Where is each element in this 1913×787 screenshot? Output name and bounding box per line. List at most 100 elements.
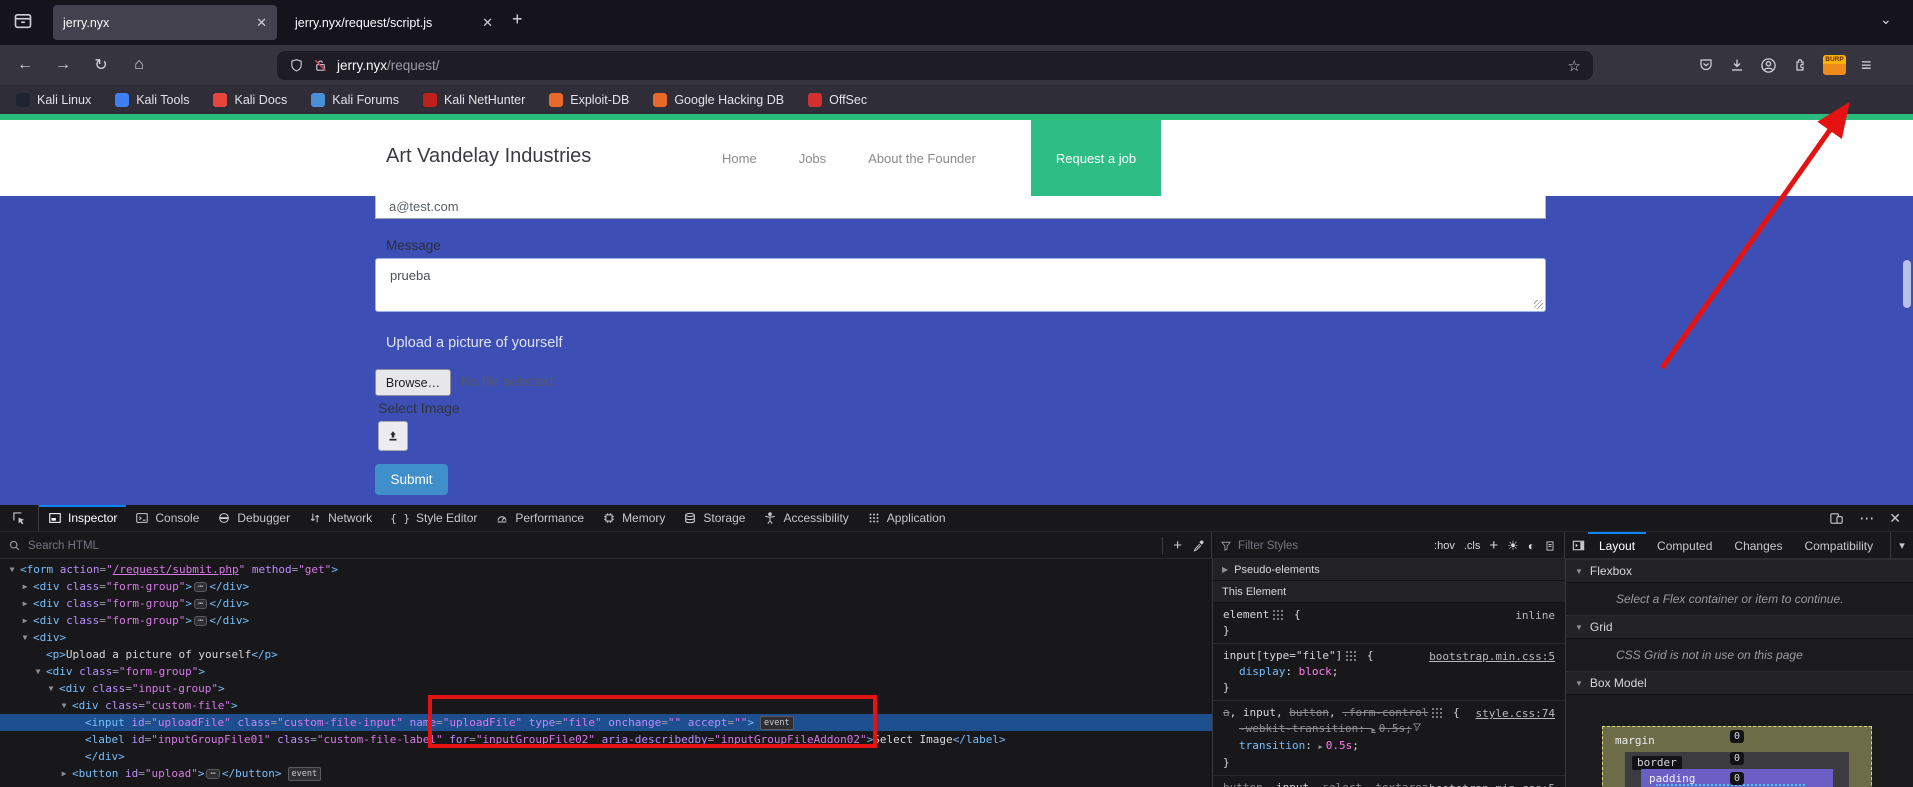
nav-link-home[interactable]: Home	[722, 151, 757, 166]
bookmark-item[interactable]: Kali Tools	[115, 93, 189, 107]
add-node-icon[interactable]: +	[1173, 537, 1182, 554]
tracking-protection-shield-icon[interactable]	[289, 58, 304, 73]
expand-twisty-icon[interactable]: ▼	[32, 663, 44, 680]
collapse-twisty-icon[interactable]: ▶	[19, 595, 31, 612]
expand-twisty-icon[interactable]: ▼	[1575, 623, 1583, 632]
markup-row[interactable]: ▶<div class="form-group">⋯</div>	[0, 595, 1212, 612]
url-bar[interactable]: jerry.nyx/request/ ☆	[277, 51, 1593, 80]
margin-top-value[interactable]: 0	[1730, 730, 1744, 743]
expand-twisty-icon[interactable]: ▼	[1575, 679, 1583, 688]
expand-value-icon[interactable]: ▶	[1318, 743, 1322, 751]
sidebar-tab-changes[interactable]: Changes	[1723, 532, 1793, 559]
stylesheet-link[interactable]: bootstrap.min.css:5	[1429, 781, 1555, 787]
bookmark-item[interactable]: Google Hacking DB	[653, 93, 784, 107]
box-model-section-header[interactable]: ▼ Box Model	[1566, 671, 1913, 695]
email-input[interactable]: a@test.com	[375, 196, 1546, 219]
css-declaration[interactable]: display: block;	[1223, 664, 1557, 680]
bookmark-item[interactable]: Kali Linux	[16, 93, 91, 107]
sidebar-toggle-icon[interactable]	[1571, 532, 1586, 559]
site-brand[interactable]: Art Vandelay Industries	[386, 145, 591, 168]
bookmark-item[interactable]: Exploit-DB	[549, 93, 629, 107]
box-model-margin[interactable]: margin 0 0 0 border padding	[1602, 726, 1872, 787]
resize-grip-icon[interactable]	[1534, 300, 1543, 309]
print-media-icon[interactable]	[1544, 540, 1556, 552]
hamburger-menu-icon[interactable]: ≡	[1861, 55, 1872, 76]
dark-scheme-icon[interactable]: ◐	[1528, 539, 1535, 553]
meatball-menu-icon[interactable]: ⋯	[1859, 509, 1874, 527]
collapse-twisty-icon[interactable]: ▶	[19, 612, 31, 629]
markup-row[interactable]: ▼<form action="/request/submit.php" meth…	[0, 561, 1212, 578]
devtools-tab-performance[interactable]: Performance	[486, 505, 593, 531]
css-declaration[interactable]: -webkit-transition: ▶0.5s;	[1223, 721, 1557, 738]
devtools-tab-style-editor[interactable]: { }Style Editor	[381, 505, 486, 531]
nav-link-about-the-founder[interactable]: About the Founder	[868, 151, 976, 166]
light-scheme-icon[interactable]: ☀	[1507, 538, 1519, 554]
bookmark-item[interactable]: Kali Forums	[311, 93, 399, 107]
page-scrollbar-thumb[interactable]	[1903, 260, 1911, 308]
insecure-lock-icon[interactable]	[313, 58, 328, 73]
flexbox-section-header[interactable]: ▼ Flexbox	[1566, 559, 1913, 583]
select-image-label[interactable]: Select Image	[378, 400, 460, 416]
browser-tab[interactable]: jerry.nyx/request/script.js ✕	[285, 5, 503, 40]
devtools-tab-debugger[interactable]: Debugger	[208, 505, 299, 531]
nav-link-jobs[interactable]: Jobs	[799, 151, 826, 166]
bookmark-item[interactable]: Kali Docs	[213, 93, 287, 107]
reload-button[interactable]: ↻	[88, 53, 114, 77]
add-rule-icon[interactable]: +	[1489, 537, 1498, 554]
extensions-puzzle-icon[interactable]	[1792, 57, 1808, 73]
download-icon[interactable]	[1729, 57, 1745, 73]
pick-element-icon[interactable]	[0, 505, 39, 531]
rules-filter-bar[interactable]: Filter Styles :hov .cls + ☀ ◐	[1212, 532, 1565, 559]
bookmark-star-icon[interactable]: ☆	[1568, 57, 1581, 75]
tab-close-icon[interactable]: ✕	[474, 15, 493, 31]
devtools-tab-network[interactable]: Network	[299, 505, 381, 531]
collapsed-ellipsis-badge[interactable]: ⋯	[194, 599, 207, 609]
expand-value-icon[interactable]: ▶	[1371, 726, 1375, 734]
expand-twisty-icon[interactable]: ▼	[45, 680, 57, 697]
markup-row[interactable]: <p>Upload a picture of yourself</p>	[0, 646, 1212, 663]
tab-close-icon[interactable]: ✕	[248, 15, 267, 31]
sidebar-tab-computed[interactable]: Computed	[1646, 532, 1723, 559]
markup-row[interactable]: ▼<div class="form-group">	[0, 663, 1212, 680]
bookmark-item[interactable]: Kali NetHunter	[423, 93, 525, 107]
expand-twisty-icon[interactable]: ▼	[1575, 567, 1583, 576]
collapse-twisty-icon[interactable]: ▶	[58, 765, 70, 782]
stylesheet-link[interactable]: bootstrap.min.css:5	[1429, 649, 1555, 665]
event-badge[interactable]: event	[288, 767, 322, 781]
markup-row[interactable]: </div>	[0, 748, 1212, 765]
forward-button[interactable]: →	[50, 53, 76, 77]
more-tabs-dropdown-icon[interactable]: ▾	[1890, 532, 1913, 559]
markup-search-bar[interactable]: Search HTML +	[0, 532, 1212, 559]
devtools-tab-console[interactable]: Console	[126, 505, 208, 531]
expand-twisty-icon[interactable]: ▼	[58, 697, 70, 714]
eyedropper-icon[interactable]	[1192, 539, 1205, 552]
back-button[interactable]: ←	[12, 53, 38, 77]
message-textarea[interactable]: prueba	[375, 258, 1546, 312]
stylesheet-link[interactable]: style.css:74	[1476, 706, 1555, 722]
pseudo-elements-section[interactable]: ▶ Pseudo-elements	[1213, 559, 1565, 581]
responsive-design-icon[interactable]	[1829, 511, 1844, 526]
collapsed-ellipsis-badge[interactable]: ⋯	[194, 582, 207, 592]
css-declaration[interactable]: transition: ▶0.5s;	[1223, 738, 1557, 755]
sidebar-tab-layout[interactable]: Layout	[1588, 532, 1646, 559]
collapsed-ellipsis-badge[interactable]: ⋯	[206, 769, 219, 779]
devtools-tab-memory[interactable]: Memory	[593, 505, 674, 531]
browse-button[interactable]: Browse…	[375, 369, 451, 396]
bookmark-item[interactable]: OffSec	[808, 93, 867, 107]
devtools-tab-application[interactable]: Application	[858, 505, 955, 531]
collapsed-ellipsis-badge[interactable]: ⋯	[194, 616, 207, 626]
browser-tab-active[interactable]: jerry.nyx ✕	[53, 5, 277, 40]
hover-toggle[interactable]: :hov	[1434, 540, 1455, 552]
new-tab-button[interactable]: +	[512, 9, 523, 30]
foxyproxy-burp-icon[interactable]: BURP	[1823, 55, 1846, 75]
devtools-tab-accessibility[interactable]: Accessibility	[754, 505, 857, 531]
markup-row[interactable]: ▶<div class="form-group">⋯</div>	[0, 612, 1212, 629]
markup-row[interactable]: ▶<button id="upload">⋯</button>event	[0, 765, 1212, 782]
list-all-tabs-icon[interactable]: ⌄	[1880, 11, 1892, 28]
devtools-close-icon[interactable]: ✕	[1889, 510, 1901, 527]
home-button[interactable]: ⌂	[126, 53, 152, 77]
account-icon[interactable]	[1760, 57, 1777, 74]
upload-icon-button[interactable]	[378, 421, 408, 451]
pocket-icon[interactable]	[1698, 57, 1714, 73]
collapse-twisty-icon[interactable]: ▶	[1222, 565, 1228, 574]
